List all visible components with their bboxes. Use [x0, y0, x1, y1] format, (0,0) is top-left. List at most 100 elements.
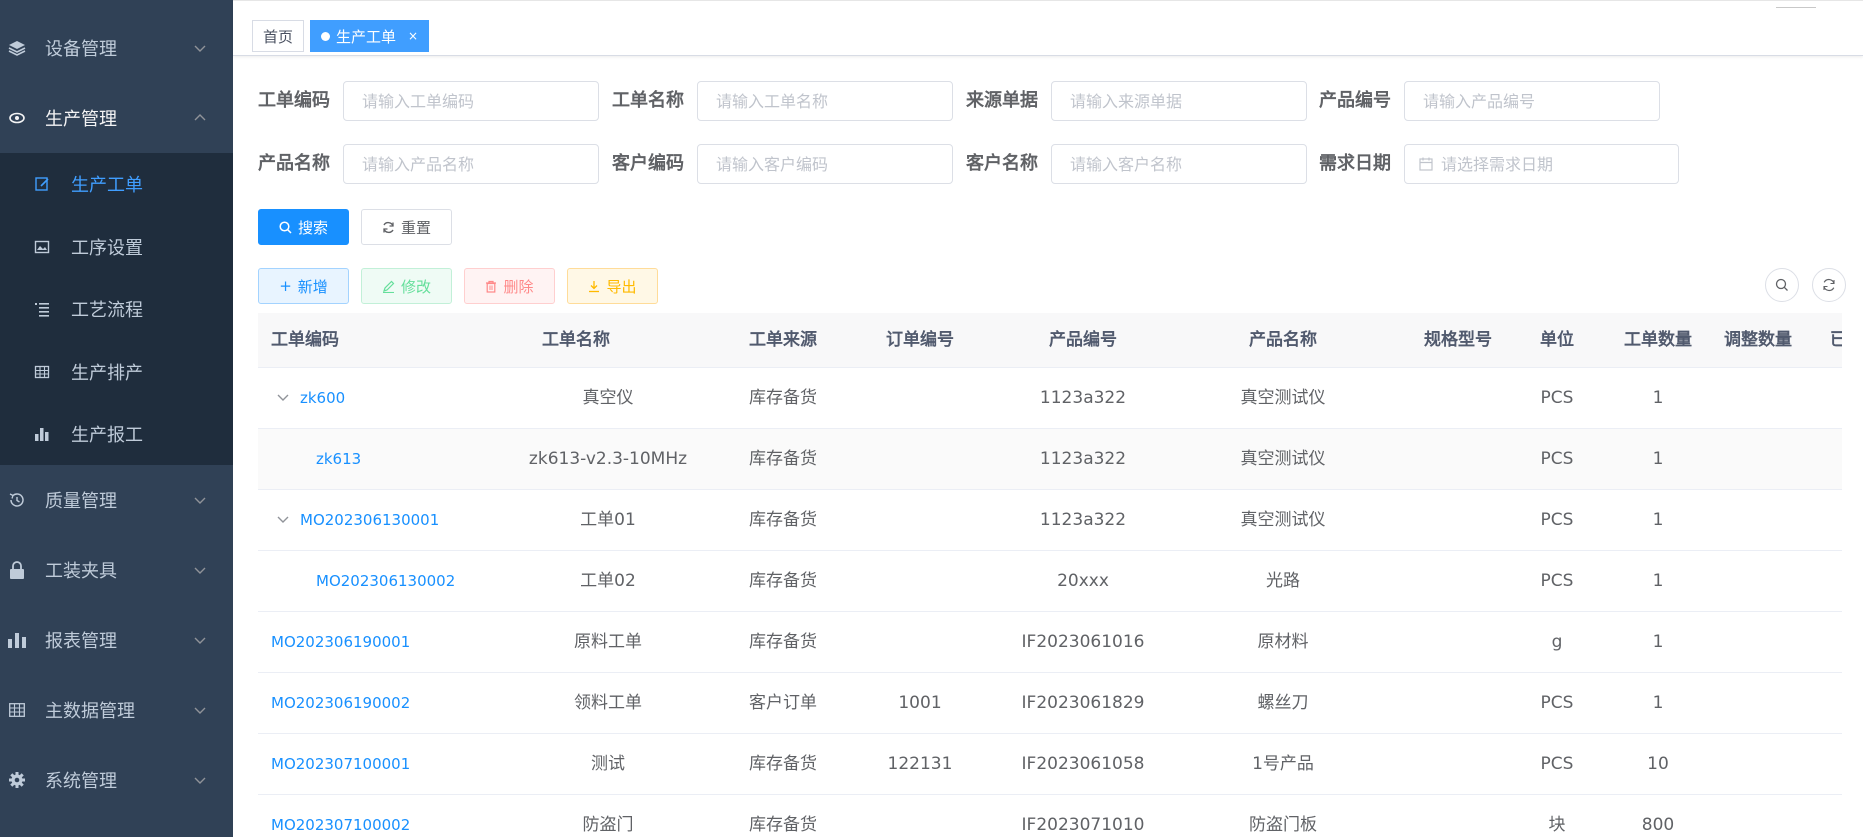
- bar-chart-icon: [35, 428, 49, 441]
- sidebar-item-production[interactable]: 生产管理: [0, 83, 233, 153]
- th-truncated: 已: [1830, 330, 1842, 350]
- work-order-code-link[interactable]: MO202306130002: [316, 551, 455, 611]
- work-order-code-link[interactable]: MO202306130001: [300, 490, 439, 550]
- delete-button[interactable]: 删除: [464, 268, 555, 304]
- customer-name-input[interactable]: [1051, 144, 1307, 184]
- sidebar-item-process-flow[interactable]: 工艺流程: [0, 278, 233, 340]
- cell-product-name: 光路: [1266, 571, 1300, 591]
- tag-label: 首页: [263, 27, 294, 46]
- cell-source: 客户订单: [749, 693, 817, 713]
- refresh-icon: [383, 221, 394, 233]
- close-icon[interactable]: ×: [408, 29, 418, 43]
- sidebar-item-work-order[interactable]: 生产工单: [0, 153, 233, 215]
- table-row[interactable]: MO202307100002 防盗门 库存备货 IF2023071010 防盗门…: [258, 795, 1842, 837]
- label-work-order-code: 工单编码: [258, 90, 330, 111]
- table-row[interactable]: zk613 zk613-v2.3-10MHz 库存备货 1123a322 真空测…: [258, 429, 1842, 490]
- download-icon: [589, 280, 600, 292]
- cell-name: 领料工单: [574, 693, 642, 713]
- chevron-down-icon: [194, 45, 206, 52]
- export-button-label: 导出: [606, 277, 637, 296]
- required-date-input[interactable]: [1441, 154, 1641, 174]
- table-row[interactable]: MO202306130002 工单02 库存备货 20xxx 光路 PCS 1: [258, 551, 1842, 612]
- table-row[interactable]: MO202307100001 测试 库存备货 122131 IF20230610…: [258, 734, 1842, 795]
- cell-name: zk613-v2.3-10MHz: [528, 449, 688, 469]
- plus-icon: +: [279, 277, 292, 295]
- cell-name: 工单02: [580, 571, 636, 591]
- sidebar-item-system[interactable]: 系统管理: [0, 745, 233, 815]
- work-order-code-link[interactable]: zk600: [300, 368, 345, 428]
- sidebar-item-reports[interactable]: 报表管理: [0, 605, 233, 675]
- table-row[interactable]: MO202306130001 工单01 库存备货 1123a322 真空测试仪 …: [258, 490, 1842, 551]
- production-submenu: 生产工单 工序设置 工艺流程 生产排产 生产报工: [0, 153, 233, 465]
- sidebar-item-scheduling[interactable]: 生产排产: [0, 341, 233, 403]
- work-order-code-link[interactable]: MO202306190001: [271, 612, 410, 672]
- cell-source: 库存备货: [749, 571, 817, 591]
- work-order-code-link[interactable]: MO202307100001: [271, 734, 410, 794]
- sidebar-item-process-settings[interactable]: 工序设置: [0, 216, 233, 278]
- th-product-code: 产品编号: [1049, 330, 1117, 350]
- reset-button[interactable]: 重置: [361, 209, 452, 245]
- add-button[interactable]: + 新增: [258, 268, 349, 304]
- toggle-search-button[interactable]: [1765, 268, 1799, 302]
- cell-product-name: 原材料: [1257, 632, 1309, 652]
- table-icon: [34, 365, 50, 379]
- th-spec: 规格型号: [1424, 330, 1492, 350]
- cell-source: 库存备货: [749, 510, 817, 530]
- th-product-name: 产品名称: [1249, 330, 1317, 350]
- work-order-code-link[interactable]: zk613: [316, 429, 361, 489]
- work-order-code-link[interactable]: MO202307100002: [271, 795, 410, 837]
- cell-name: 测试: [591, 754, 625, 774]
- chevron-down-icon: [194, 707, 206, 714]
- sidebar-item-label: 主数据管理: [45, 701, 135, 722]
- grid-icon: [8, 701, 26, 719]
- search-button[interactable]: 搜索: [258, 209, 349, 245]
- export-button[interactable]: 导出: [567, 268, 658, 304]
- add-button-label: 新增: [297, 277, 328, 296]
- sidebar-item-label: 工艺流程: [71, 300, 143, 321]
- product-name-input[interactable]: [343, 144, 599, 184]
- chevron-down-icon: [194, 777, 206, 784]
- work-order-name-input[interactable]: [697, 81, 953, 121]
- edit-button[interactable]: 修改: [361, 268, 452, 304]
- sidebar-item-master-data[interactable]: 主数据管理: [0, 675, 233, 745]
- cell-quantity: 1: [1652, 510, 1664, 530]
- label-work-order-name: 工单名称: [612, 90, 684, 111]
- tag-home[interactable]: 首页: [252, 20, 305, 52]
- gear-icon: [8, 771, 26, 789]
- chevron-down-icon[interactable]: [277, 393, 289, 403]
- cell-unit: PCS: [1540, 754, 1574, 774]
- sidebar-item-label: 报表管理: [45, 631, 117, 652]
- cell-product-code: IF2023071010: [1021, 815, 1145, 835]
- sidebar-item-production-report[interactable]: 生产报工: [0, 403, 233, 465]
- label-required-date: 需求日期: [1319, 153, 1391, 174]
- chart-icon: [8, 631, 26, 649]
- list-icon: [35, 303, 49, 317]
- label-customer-name: 客户名称: [966, 153, 1038, 174]
- sidebar-item-tooling[interactable]: 工装夹具: [0, 535, 233, 605]
- label-product-name: 产品名称: [258, 153, 330, 174]
- customer-code-input[interactable]: [697, 144, 953, 184]
- work-order-code-link[interactable]: MO202306190002: [271, 673, 410, 733]
- image-icon: [34, 240, 50, 254]
- refresh-table-button[interactable]: [1812, 268, 1846, 302]
- table-row[interactable]: zk600 真空仪 库存备货 1123a322 真空测试仪 PCS 1: [258, 368, 1842, 429]
- sidebar-item-label: 生产工单: [71, 175, 143, 196]
- table-row[interactable]: MO202306190002 领料工单 客户订单 1001 IF20230618…: [258, 673, 1842, 734]
- cell-quantity: 1: [1652, 632, 1664, 652]
- sidebar-item-equipment[interactable]: 设备管理: [0, 13, 233, 83]
- cell-name: 真空仪: [582, 388, 634, 408]
- product-code-input[interactable]: [1404, 81, 1660, 121]
- source-doc-input[interactable]: [1051, 81, 1307, 121]
- cell-product-name: 防盗门板: [1249, 815, 1317, 835]
- search-icon: [279, 220, 292, 234]
- sidebar-item-label: 系统管理: [45, 771, 117, 792]
- tag-work-order[interactable]: 生产工单 ×: [310, 20, 430, 52]
- edit-button-label: 修改: [400, 277, 431, 296]
- chevron-down-icon[interactable]: [277, 515, 289, 525]
- required-date-picker[interactable]: [1404, 144, 1679, 184]
- cell-quantity: 1: [1652, 693, 1664, 713]
- work-order-code-input[interactable]: [343, 81, 599, 121]
- table-row[interactable]: MO202306190001 原料工单 库存备货 IF2023061016 原材…: [258, 612, 1842, 673]
- cell-name: 防盗门: [582, 815, 634, 835]
- sidebar-item-quality[interactable]: 质量管理: [0, 465, 233, 535]
